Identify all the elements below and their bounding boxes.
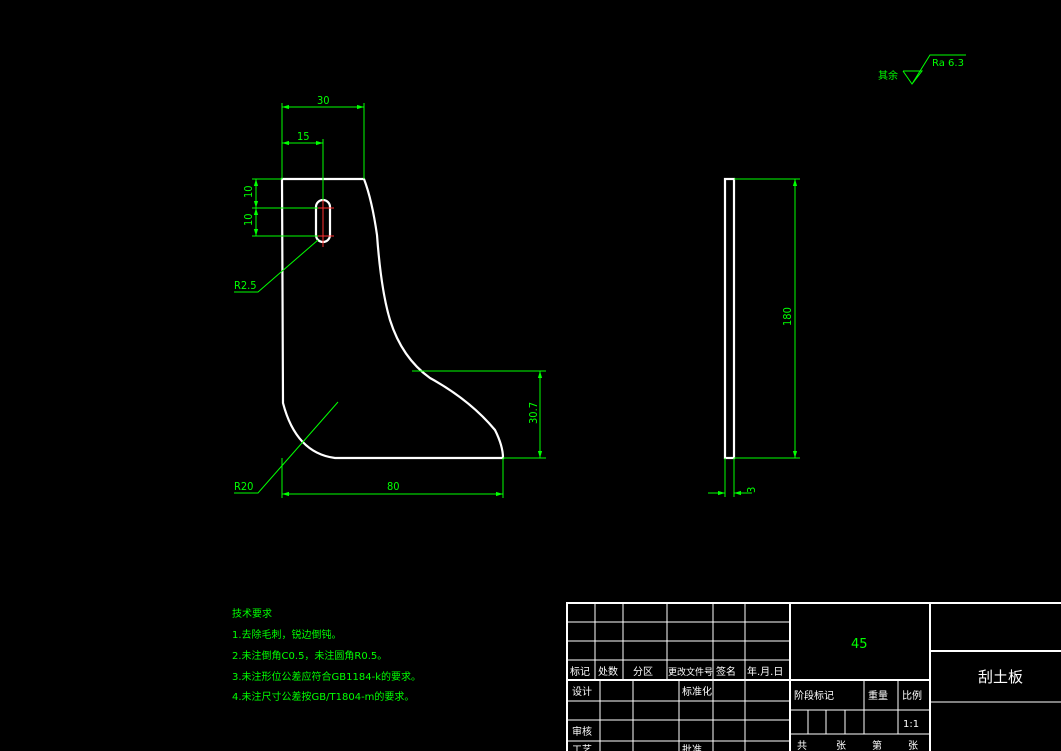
roughness-prefix: 其余	[878, 69, 898, 82]
note-1: 1.去除毛刺，锐边倒钝。	[232, 628, 342, 641]
part-outline-side	[723, 177, 736, 460]
scale-value: 1:1	[903, 719, 919, 730]
dim-slot-radius: R2.5	[234, 279, 257, 292]
part-name: 刮土板	[978, 668, 1023, 686]
role-review: 审核	[572, 725, 592, 738]
dim-heel-30-7: 30.7	[527, 402, 540, 424]
rev-header-date: 年.月.日	[747, 665, 783, 678]
dim-corner-radius: R20	[234, 480, 253, 493]
dim-height-180: 180	[781, 307, 794, 326]
rev-header-change-doc: 更改文件号	[668, 666, 713, 678]
sheet-no: 第	[872, 739, 882, 751]
label-scale: 比例	[902, 689, 922, 702]
sheet-unit-2: 张	[908, 740, 918, 751]
sheet-total: 共	[797, 740, 807, 751]
rev-header-mark: 标记	[570, 666, 590, 678]
dim-base-80: 80	[387, 480, 400, 493]
material-value: 45	[851, 637, 868, 652]
role-process: 工艺	[572, 744, 592, 751]
side-view: 180 3	[708, 177, 800, 497]
rev-header-sign: 签名	[716, 665, 736, 678]
technical-notes: 技术要求 1.去除毛刺，锐边倒钝。 2.未注倒角C0.5，未注圆角R0.5。 3…	[232, 607, 421, 703]
dim-slot-y-10b: 10	[242, 213, 255, 226]
dim-thickness-3: 3	[745, 487, 758, 493]
sheet-unit-1: 张	[836, 740, 846, 751]
dim-slot-x-15: 15	[297, 130, 310, 143]
rev-header-zone: 分区	[633, 666, 653, 678]
notes-title: 技术要求	[232, 607, 272, 620]
dim-width-30: 30	[317, 94, 330, 107]
note-2: 2.未注倒角C0.5，未注圆角R0.5。	[232, 649, 387, 662]
cad-drawing-canvas: 其余 Ra 6.3 30 15 10 10 R2.5 R20 80 30.7 1…	[232, 54, 1061, 751]
role-design: 设计	[572, 685, 592, 698]
dim-slot-y-10a: 10	[242, 185, 255, 198]
roughness-value: Ra 6.3	[932, 58, 964, 69]
label-stage: 阶段标记	[794, 689, 834, 702]
note-3: 3.未注形位公差应符合GB1184-k的要求。	[232, 670, 421, 683]
role-approve: 批准	[682, 743, 702, 751]
roughness-symbol: 其余 Ra 6.3	[878, 54, 966, 85]
label-weight: 重量	[868, 689, 888, 702]
role-standard: 标准化	[682, 685, 712, 698]
note-4: 4.未注尺寸公差按GB/T1804-m的要求。	[232, 690, 414, 703]
title-block: 标记 处数 分区 更改文件号 签名 年.月.日 设计 标准化 审核 工艺 批准 …	[566, 602, 1061, 751]
front-view: 30 15 10 10 R2.5 R20 80 30.7	[234, 94, 546, 498]
rev-header-count: 处数	[598, 665, 618, 678]
